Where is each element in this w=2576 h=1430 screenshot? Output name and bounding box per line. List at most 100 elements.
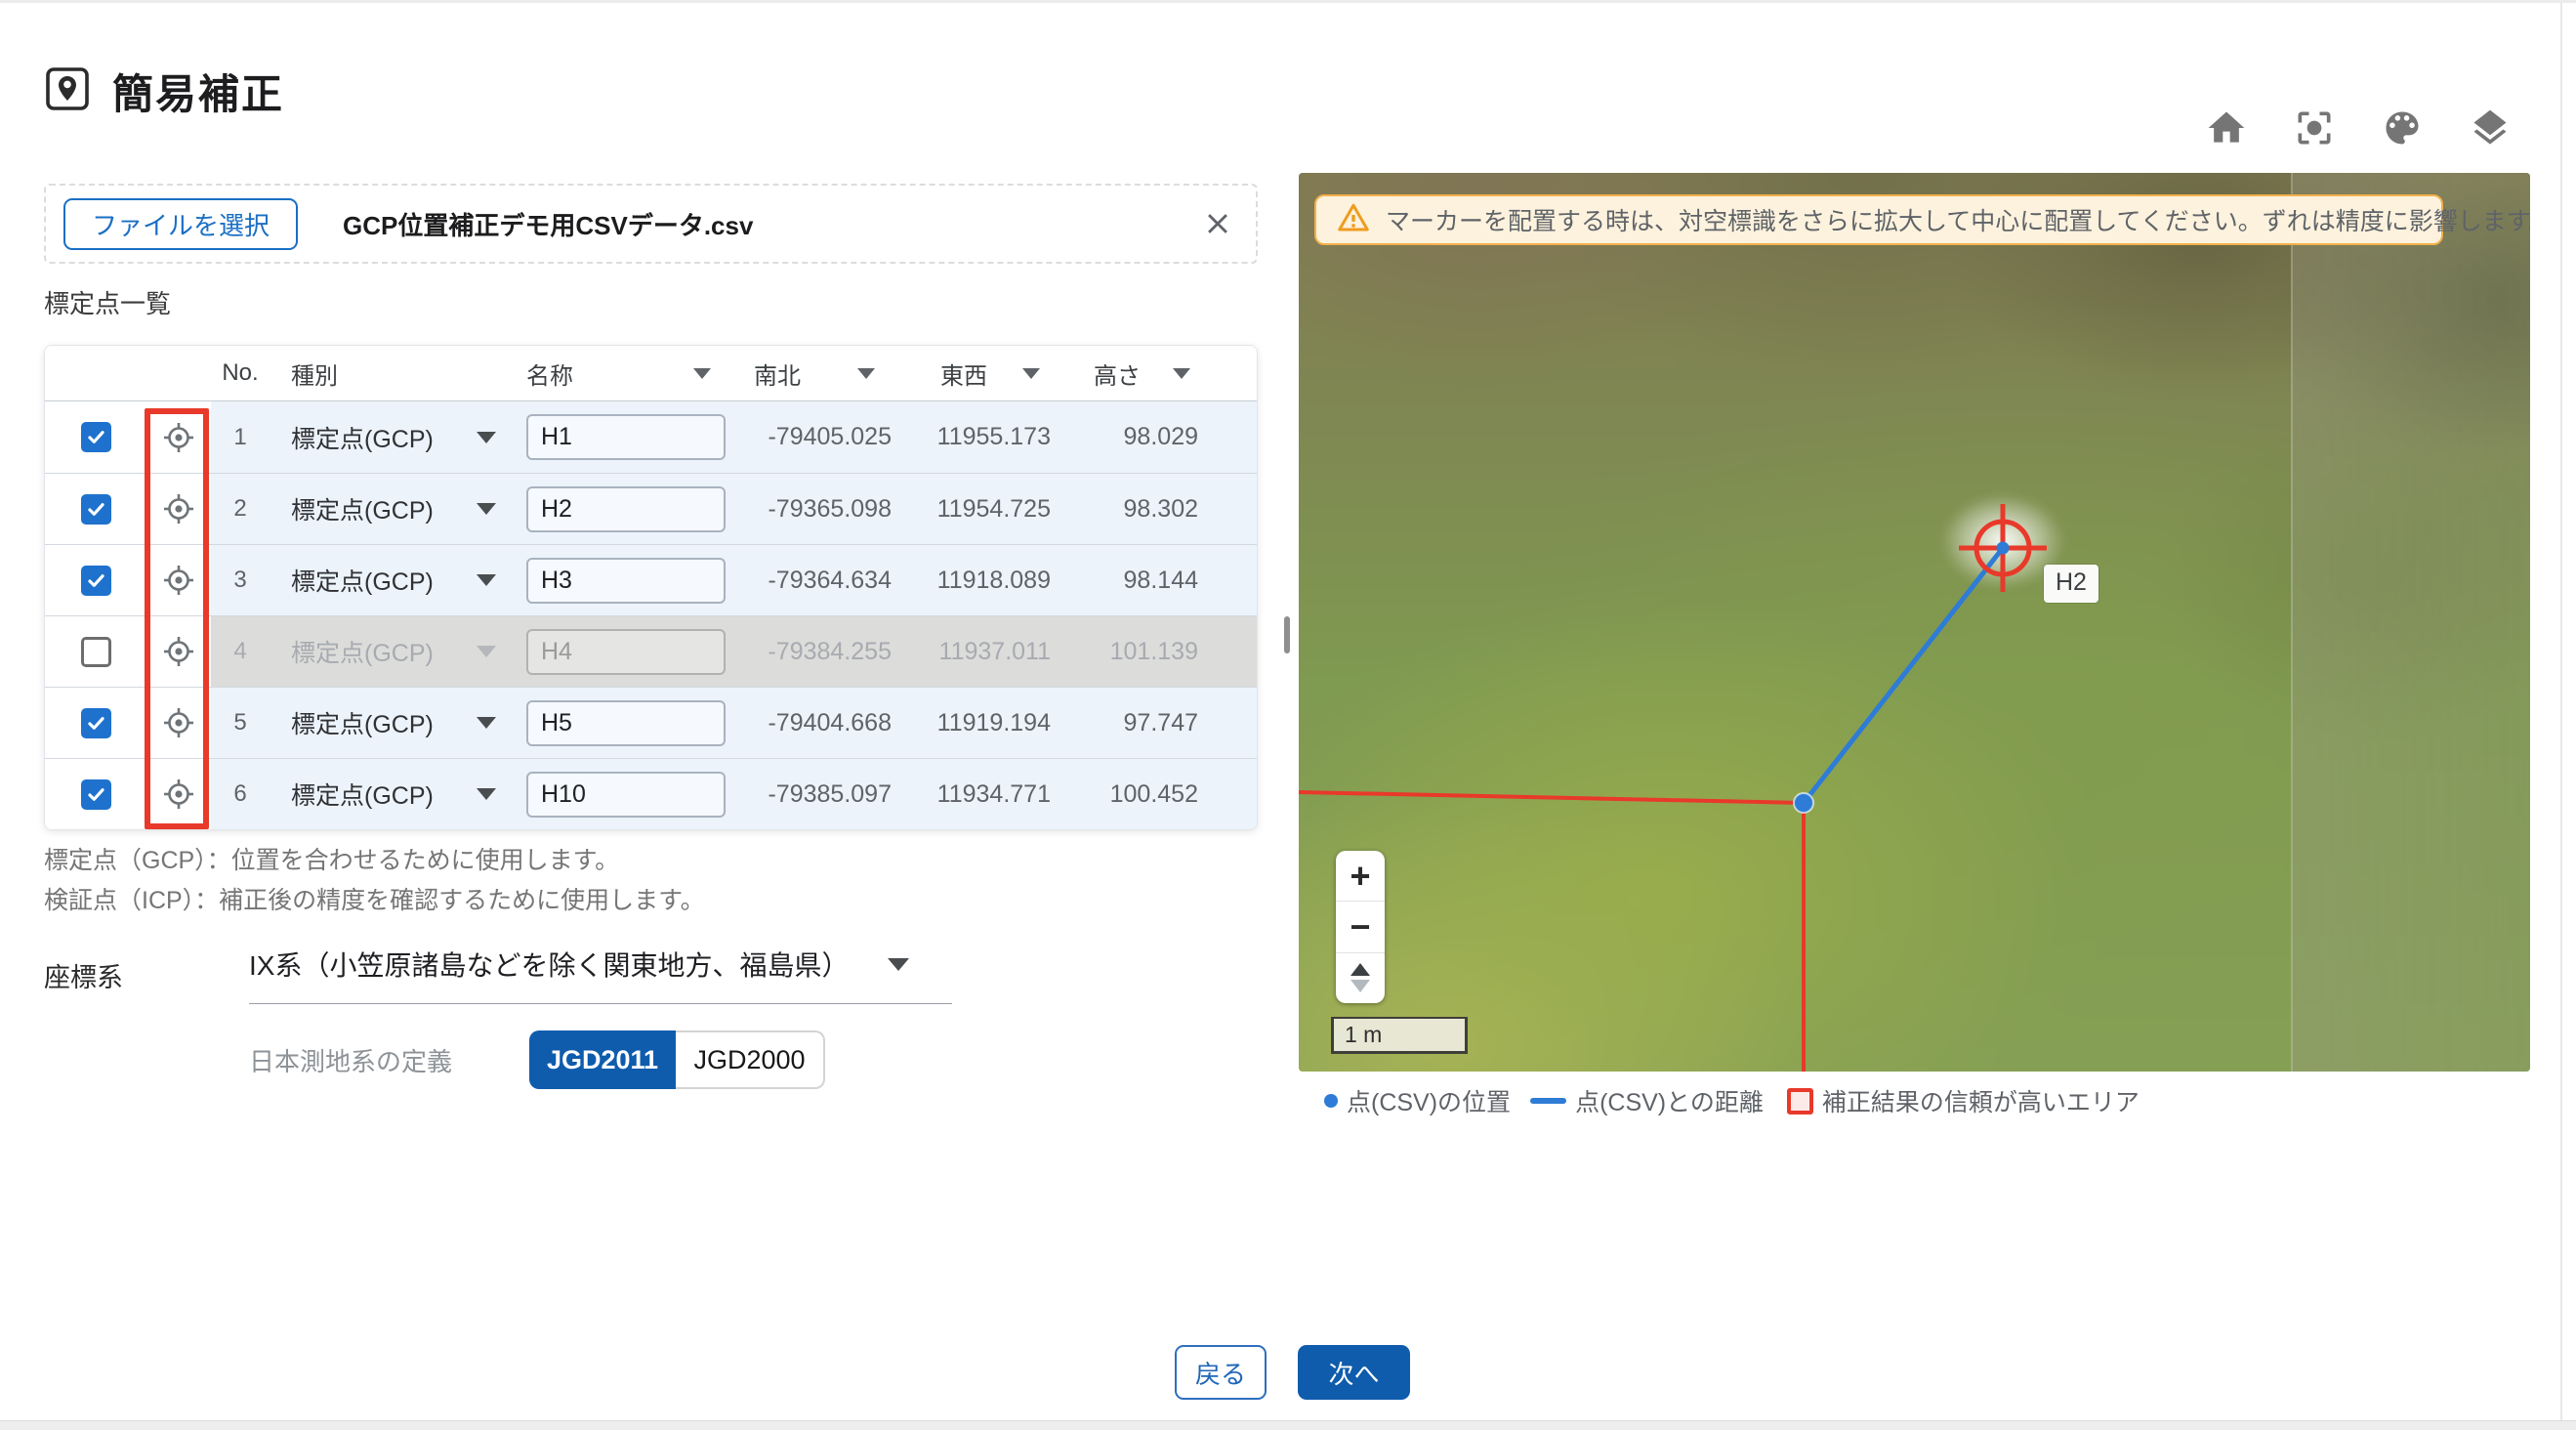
type-dropdown-icon[interactable] [477, 646, 496, 657]
row-checkbox[interactable] [81, 708, 111, 738]
home-icon[interactable] [2205, 106, 2248, 149]
row-north-south: -79384.255 [746, 616, 920, 687]
back-button[interactable]: 戻る [1175, 1345, 1267, 1400]
row-height: 101.139 [1086, 616, 1258, 687]
warning-text: マーカーを配置する時は、対空標識をさらに拡大して中心に配置してください。ずれは精… [1386, 202, 2530, 237]
row-name-input[interactable] [526, 700, 726, 746]
locate-target-icon[interactable] [161, 705, 196, 740]
marker-label: H2 [2044, 565, 2098, 603]
coordinate-system-label: 座標系 [44, 956, 123, 994]
table-row: 2 標定点(GCP) -79365.098 11954.725 98.302 [45, 473, 1257, 544]
page-title: 簡易補正 [112, 62, 284, 121]
row-type-label: 標定点(GCP) [291, 420, 434, 455]
sort-height-icon[interactable] [1173, 368, 1190, 379]
row-type-label: 標定点(GCP) [291, 777, 434, 812]
step-up-icon[interactable] [1350, 963, 1370, 976]
row-no: 3 [211, 545, 270, 615]
row-no: 2 [211, 474, 270, 544]
row-checkbox[interactable] [81, 494, 111, 525]
blue-dot-icon [1324, 1094, 1338, 1108]
row-checkbox[interactable] [81, 779, 111, 810]
map-legend: 点(CSV)の位置 点(CSV)との距離 補正結果の信頼が高いエリア [1324, 1083, 2140, 1118]
step-down-icon[interactable] [1350, 980, 1370, 992]
datum-toggle: JGD2011 JGD2000 [529, 1030, 825, 1089]
row-height: 98.144 [1086, 545, 1258, 615]
file-upload-box: ファイルを選択 GCP位置補正デモ用CSVデータ.csv [44, 184, 1258, 264]
locate-target-icon[interactable] [161, 777, 196, 812]
coordinate-system-select[interactable]: IX系（小笠原諸島などを除く関東地方、福島県） [249, 945, 952, 1004]
palette-icon[interactable] [2381, 106, 2424, 149]
row-no: 5 [211, 688, 270, 758]
legend-csv-position: 点(CSV)の位置 [1347, 1083, 1511, 1118]
column-header-type: 種別 [291, 357, 338, 391]
table-row: 4 標定点(GCP) -79384.255 11937.011 101.139 [45, 615, 1257, 687]
row-type-label: 標定点(GCP) [291, 634, 434, 669]
simple-correction-page: 簡易補正 ファイルを選択 GCP位置補正デモ用CSVデータ.csv 標定点一覧 … [0, 0, 2576, 1430]
type-dropdown-icon[interactable] [477, 432, 496, 443]
close-icon[interactable] [1201, 207, 1234, 240]
uploaded-filename: GCP位置補正デモ用CSVデータ.csv [343, 206, 753, 242]
row-checkbox[interactable] [81, 422, 111, 452]
row-north-south: -79385.097 [746, 759, 920, 829]
datum-option-jgd2000[interactable]: JGD2000 [676, 1030, 825, 1089]
row-height: 97.747 [1086, 688, 1258, 758]
row-checkbox[interactable] [81, 566, 111, 596]
orthophoto-seam [2291, 173, 2530, 1072]
rotate-stepper[interactable] [1336, 952, 1385, 1003]
map-panel[interactable]: H2 マーカーを配置する時は、対空標識をさらに拡大して中心に配置してください。ず… [1299, 173, 2530, 1072]
column-header-north-south: 南北 [754, 357, 801, 391]
points-table-header: No. 種別 名称 南北 東西 高さ [45, 346, 1257, 401]
points-table: No. 種別 名称 南北 東西 高さ [44, 345, 1258, 830]
row-height: 100.452 [1086, 759, 1258, 829]
column-header-east-west: 東西 [940, 357, 987, 391]
row-name-input[interactable] [526, 772, 726, 818]
row-name-input[interactable] [526, 629, 726, 675]
next-button[interactable]: 次へ [1298, 1345, 1410, 1400]
zoom-in-button[interactable]: + [1336, 851, 1385, 901]
type-dropdown-icon[interactable] [477, 503, 496, 515]
row-checkbox[interactable] [81, 637, 111, 667]
coordinate-system-value: IX系（小笠原諸島などを除く関東地方、福島県） [249, 950, 849, 981]
sort-north-south-icon[interactable] [857, 368, 875, 379]
map-toolbar [2205, 106, 2512, 149]
row-north-south: -79365.098 [746, 474, 920, 544]
map-scale-bar: 1 m [1331, 1017, 1468, 1054]
points-section-title: 標定点一覧 [44, 284, 171, 320]
points-notes: 標定点（GCP）：位置を合わせるために使用します。 検証点（ICP）：補正後の精… [44, 841, 705, 921]
map-pin-square-icon [44, 65, 91, 117]
row-name-input[interactable] [526, 486, 726, 532]
type-dropdown-icon[interactable] [477, 788, 496, 800]
sort-name-icon[interactable] [693, 368, 711, 379]
legend-csv-distance: 点(CSV)との距離 [1575, 1083, 1764, 1118]
row-north-south: -79404.668 [746, 688, 920, 758]
chevron-down-icon [888, 958, 909, 971]
row-name-input[interactable] [526, 558, 726, 604]
points-table-body: 1 標定点(GCP) -79405.025 11955.173 98.029 [45, 401, 1257, 829]
type-dropdown-icon[interactable] [477, 717, 496, 729]
row-type-label: 標定点(GCP) [291, 491, 434, 526]
type-dropdown-icon[interactable] [477, 574, 496, 586]
column-header-name: 名称 [526, 357, 573, 391]
locate-target-icon[interactable] [161, 420, 196, 455]
datum-option-jgd2011[interactable]: JGD2011 [529, 1030, 676, 1089]
column-header-no: No. [222, 359, 258, 387]
row-name-input[interactable] [526, 414, 726, 460]
locate-target-icon[interactable] [161, 491, 196, 526]
row-height: 98.302 [1086, 474, 1258, 544]
center-focus-icon[interactable] [2293, 106, 2336, 149]
row-north-south: -79405.025 [746, 401, 920, 473]
map-zoom-controls: + − [1336, 851, 1385, 1003]
row-east-west: 11955.173 [920, 401, 1086, 473]
panel-scrollbar-thumb[interactable] [1284, 616, 1290, 653]
locate-target-icon[interactable] [161, 563, 196, 598]
datum-label: 日本測地系の定義 [249, 1042, 529, 1078]
row-north-south: -79364.634 [746, 545, 920, 615]
sort-east-west-icon[interactable] [1022, 368, 1040, 379]
row-height: 98.029 [1086, 401, 1258, 473]
layers-icon[interactable] [2469, 106, 2512, 149]
red-area-icon [1787, 1088, 1813, 1115]
locate-target-icon[interactable] [161, 634, 196, 669]
zoom-out-button[interactable]: − [1336, 901, 1385, 951]
row-type-label: 標定点(GCP) [291, 705, 434, 740]
file-select-button[interactable]: ファイルを選択 [63, 198, 298, 250]
